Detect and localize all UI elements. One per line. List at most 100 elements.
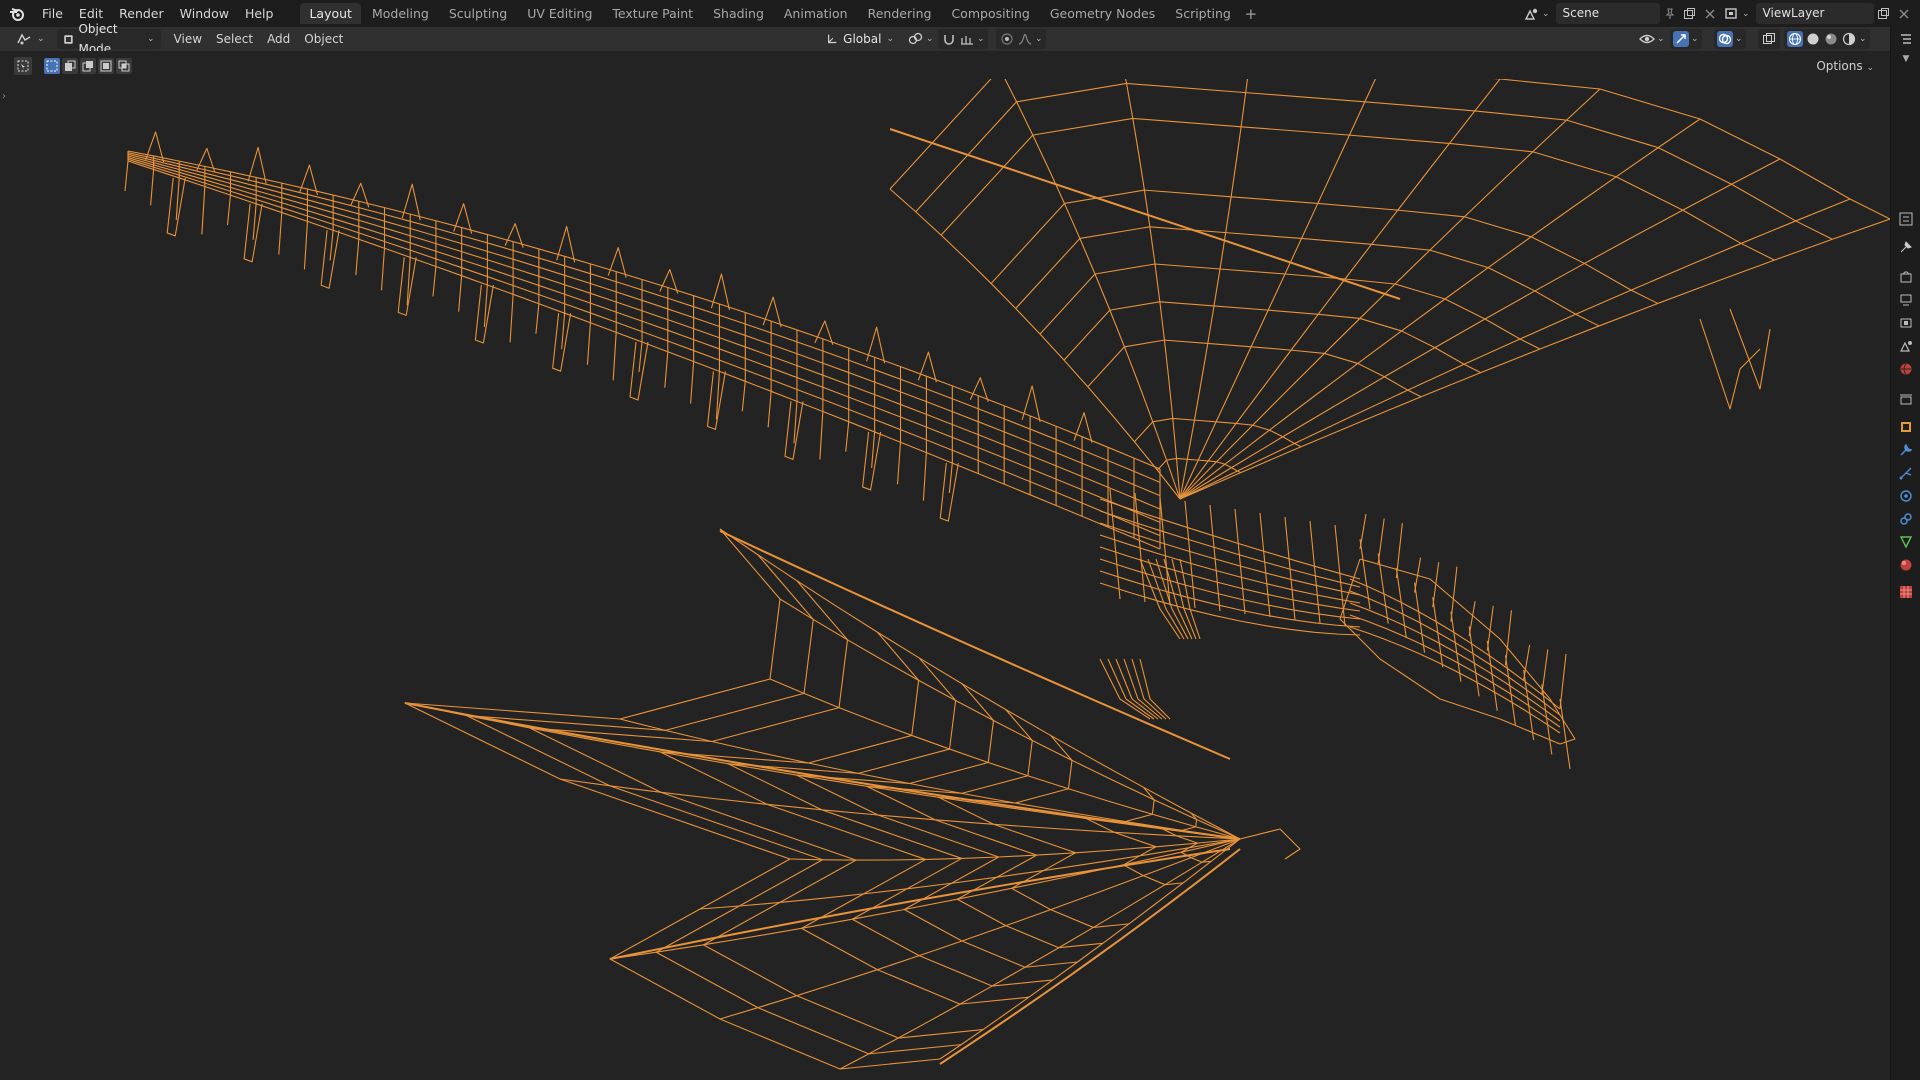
falloff-chevron-down-icon[interactable]: ⌄ — [1035, 34, 1043, 44]
upper-wing-leading-edge — [889, 128, 1401, 300]
select-subtract-icon[interactable] — [80, 58, 96, 74]
3d-viewport[interactable]: › — [0, 79, 1890, 1080]
scene-icon[interactable] — [1522, 3, 1542, 24]
gizmo-toggle-icon[interactable] — [1673, 31, 1689, 47]
collection-properties-icon[interactable] — [1898, 391, 1914, 407]
options-label: Options — [1816, 59, 1863, 73]
menu-file[interactable]: File — [34, 0, 71, 27]
solid-shading-icon[interactable] — [1805, 31, 1821, 47]
pivot-point-selector[interactable]: ⌄ — [905, 29, 937, 49]
tab-uv-editing[interactable]: UV Editing — [518, 3, 601, 24]
scene-name-field[interactable]: Scene — [1555, 3, 1660, 24]
tail-ventral-strand — [586, 322, 591, 365]
menu-object[interactable]: Object — [297, 29, 350, 49]
shading-chevron-down-icon[interactable]: ⌄ — [1859, 34, 1867, 44]
tab-compositing[interactable]: Compositing — [942, 3, 1038, 24]
tab-geometry-nodes[interactable]: Geometry Nodes — [1041, 3, 1164, 24]
active-tool-tab-icon[interactable] — [1898, 239, 1914, 255]
select-box-tool-icon[interactable] — [14, 57, 32, 75]
world-properties-icon[interactable] — [1898, 361, 1914, 377]
tail-ventral-strand — [226, 195, 232, 226]
toolbar-expand-arrow-icon[interactable]: › — [2, 91, 6, 102]
tab-sculpting[interactable]: Sculpting — [440, 3, 516, 24]
head-horn — [1559, 653, 1567, 710]
xray-toggle-icon[interactable] — [1761, 31, 1777, 47]
select-new-icon[interactable] — [44, 58, 60, 74]
view-layer-chevron-down-icon[interactable]: ⌄ — [1742, 9, 1750, 19]
orientation-axes-icon — [827, 34, 837, 44]
tool-settings-icon[interactable] — [1898, 211, 1914, 227]
select-extend-icon[interactable] — [62, 58, 78, 74]
menu-window[interactable]: Window — [172, 0, 237, 27]
modifier-properties-icon[interactable] — [1898, 442, 1914, 458]
collapse-arrow-icon[interactable]: ▼ — [1898, 51, 1914, 67]
snap-increment-icon[interactable] — [959, 31, 975, 47]
snap-chevron-down-icon[interactable]: ⌄ — [977, 34, 985, 44]
overlays-chevron-down-icon[interactable]: ⌄ — [1735, 34, 1743, 44]
physics-properties-icon[interactable] — [1898, 488, 1914, 504]
editor-type-selector[interactable]: ⌄ — [10, 29, 51, 49]
xray-group — [1758, 29, 1780, 49]
upper-wing-membrane-loop — [889, 79, 1890, 220]
render-properties-icon[interactable] — [1898, 269, 1914, 285]
rendered-shading-icon[interactable] — [1841, 31, 1857, 47]
gizmo-chevron-down-icon[interactable]: ⌄ — [1691, 34, 1699, 44]
object-mode-icon — [63, 34, 73, 44]
overlays-toggle-icon[interactable] — [1717, 31, 1733, 47]
tab-animation[interactable]: Animation — [775, 3, 857, 24]
upper-wing-bone — [1179, 79, 1248, 500]
tab-texture-paint[interactable]: Texture Paint — [603, 3, 702, 24]
menu-add[interactable]: Add — [260, 29, 297, 49]
tail-fin — [474, 284, 494, 344]
delete-view-layer-icon[interactable] — [1894, 3, 1914, 24]
object-properties-icon[interactable] — [1898, 419, 1914, 435]
material-preview-icon[interactable] — [1823, 31, 1839, 47]
active-tool-indicator[interactable] — [14, 56, 32, 76]
constraints-properties-icon[interactable] — [1898, 511, 1914, 527]
view-layer-properties-icon[interactable] — [1898, 315, 1914, 331]
snap-toggle-magnet-icon[interactable] — [941, 31, 957, 47]
delete-scene-icon[interactable] — [1700, 3, 1720, 24]
tail-edge-loop — [127, 153, 1161, 497]
blender-logo-icon[interactable] — [0, 0, 34, 27]
head-ring — [1377, 553, 1389, 624]
particles-properties-icon[interactable] — [1898, 465, 1914, 481]
viewport-options-dropdown[interactable]: Options ⌄ — [1810, 56, 1880, 76]
outliner-icon[interactable] — [1898, 31, 1914, 47]
scene-chevron-down-icon[interactable]: ⌄ — [1542, 9, 1550, 19]
lower-wing-bone — [699, 838, 1241, 910]
select-invert-icon[interactable] — [98, 58, 114, 74]
tab-layout[interactable]: Layout — [300, 3, 361, 24]
visibility-selector[interactable]: ⌄ — [1636, 29, 1668, 49]
view-layer-name-field[interactable]: ViewLayer — [1755, 3, 1874, 24]
dragon-wireframe-mesh[interactable] — [0, 79, 1890, 1080]
tab-modeling[interactable]: Modeling — [363, 3, 438, 24]
menu-view[interactable]: View — [167, 29, 209, 49]
view-layer-icon[interactable] — [1722, 3, 1742, 24]
material-properties-icon[interactable] — [1898, 557, 1914, 573]
transform-orientation-selector[interactable]: Global ⌄ — [820, 29, 900, 49]
mode-selector[interactable]: Object Mode ⌄ — [56, 22, 161, 56]
texture-properties-icon[interactable] — [1898, 584, 1914, 600]
proportional-editing-icon[interactable] — [999, 31, 1015, 47]
tail-fin — [243, 203, 263, 263]
scene-properties-icon[interactable] — [1898, 338, 1914, 354]
lower-wing-bone — [719, 528, 1241, 840]
new-view-layer-icon[interactable] — [1874, 3, 1894, 24]
output-properties-icon[interactable] — [1898, 292, 1914, 308]
object-data-properties-icon[interactable] — [1898, 534, 1914, 550]
pin-icon[interactable] — [1660, 3, 1680, 24]
select-intersect-icon[interactable] — [116, 58, 132, 74]
menu-select[interactable]: Select — [209, 29, 260, 49]
tab-shading[interactable]: Shading — [704, 3, 773, 24]
add-workspace-button[interactable]: + — [1241, 5, 1261, 23]
new-scene-icon[interactable] — [1680, 3, 1700, 24]
tab-scripting[interactable]: Scripting — [1166, 3, 1240, 24]
falloff-curve-icon[interactable] — [1017, 31, 1033, 47]
tail-fin — [706, 371, 726, 430]
tail-ventral-strand — [767, 391, 772, 428]
upper-wing-membrane-loop — [940, 117, 1775, 261]
tab-rendering[interactable]: Rendering — [859, 3, 941, 24]
wireframe-shading-icon[interactable] — [1787, 31, 1803, 47]
menu-help[interactable]: Help — [237, 0, 282, 27]
